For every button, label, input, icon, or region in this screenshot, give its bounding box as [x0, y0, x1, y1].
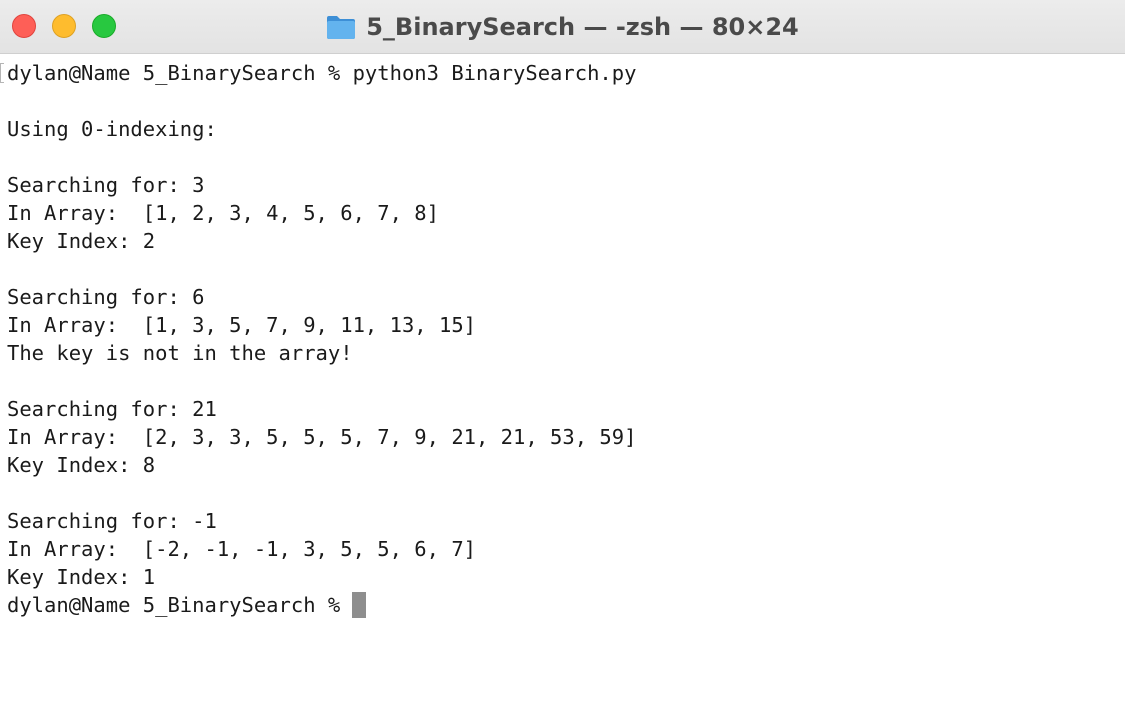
terminal-output[interactable]: dylan@Name 5_BinarySearch % python3 Bina…: [7, 59, 1117, 619]
output-line: In Array: [2, 3, 3, 5, 5, 5, 7, 9, 21, 2…: [7, 425, 637, 449]
output-line: Key Index: 2: [7, 229, 156, 253]
output-line: Using 0-indexing:: [7, 117, 217, 141]
output-line: Searching for: 3: [7, 173, 205, 197]
output-line: Searching for: -1: [7, 509, 217, 533]
output-line: In Array: [-2, -1, -1, 3, 5, 5, 6, 7]: [7, 537, 476, 561]
terminal-window: 5_BinarySearch — -zsh — 80×24 dylan@Name…: [0, 0, 1125, 728]
text-cursor: [352, 592, 367, 618]
output-line: In Array: [1, 2, 3, 4, 5, 6, 7, 8]: [7, 201, 439, 225]
output-line: In Array: [1, 3, 5, 7, 9, 11, 13, 15]: [7, 313, 476, 337]
output-line: Searching for: 6: [7, 285, 205, 309]
window-title-group: 5_BinarySearch — -zsh — 80×24: [0, 0, 1125, 54]
output-line: Key Index: 8: [7, 453, 156, 477]
prompt-line[interactable]: dylan@Name 5_BinarySearch %: [7, 591, 1117, 619]
output-line: Searching for: 21: [7, 397, 217, 421]
title-bar[interactable]: 5_BinarySearch — -zsh — 80×24: [0, 0, 1125, 54]
output-line: The key is not in the array!: [7, 341, 353, 365]
folder-icon: [327, 16, 356, 39]
output-line: Key Index: 1: [7, 565, 156, 589]
prompt-marker: [0, 63, 4, 83]
window-title: 5_BinarySearch — -zsh — 80×24: [366, 13, 799, 41]
prompt-text: dylan@Name 5_BinarySearch %: [7, 593, 341, 617]
command-line: dylan@Name 5_BinarySearch % python3 Bina…: [7, 61, 637, 85]
output-lines: Using 0-indexing: Searching for: 3 In Arra…: [7, 87, 1117, 591]
